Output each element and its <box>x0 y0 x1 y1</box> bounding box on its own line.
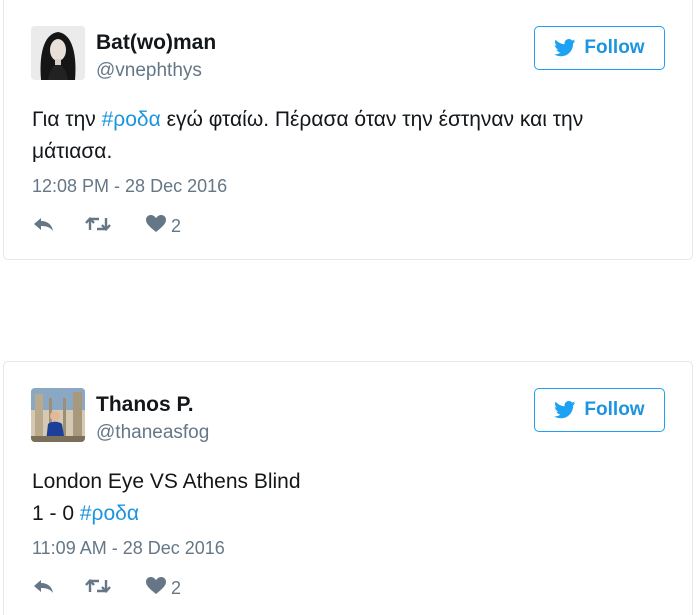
tweet-card: Bat(wo)man @vnephthys Follow Για την #ρο… <box>3 0 693 260</box>
twitter-bird-icon <box>554 39 576 57</box>
tweet-text-segment: 1 - 0 <box>32 502 80 525</box>
user-handle[interactable]: @vnephthys <box>96 60 202 82</box>
hashtag-link[interactable]: #ροδα <box>102 108 161 131</box>
like-count: 2 <box>171 577 182 598</box>
follow-label: Follow <box>584 37 645 58</box>
retweet-button[interactable] <box>84 214 112 238</box>
reply-button[interactable] <box>32 214 56 238</box>
heart-icon <box>145 214 167 238</box>
tweet-actions: 2 <box>32 214 252 238</box>
reply-icon <box>32 577 56 600</box>
tweet-text-line: London Eye VS Athens Blind <box>32 470 301 493</box>
follow-button[interactable]: Follow <box>534 388 665 432</box>
retweet-button[interactable] <box>84 576 112 600</box>
like-count: 2 <box>171 215 182 236</box>
tweet-text: Για την #ροδα εγώ φταίω. Πέρασα όταν την… <box>32 104 662 168</box>
timestamp[interactable]: 12:08 PM - 28 Dec 2016 <box>32 176 227 197</box>
avatar[interactable] <box>31 388 85 442</box>
user-name[interactable]: Thanos P. <box>96 393 194 417</box>
avatar[interactable] <box>31 26 85 80</box>
hashtag-link[interactable]: #ροδα <box>80 502 139 525</box>
retweet-icon <box>84 577 112 600</box>
reply-button[interactable] <box>32 576 56 600</box>
timestamp[interactable]: 11:09 AM - 28 Dec 2016 <box>32 538 225 559</box>
tweet-text: London Eye VS Athens Blind 1 - 0 #ροδα <box>32 466 662 530</box>
twitter-bird-icon <box>554 401 576 419</box>
follow-label: Follow <box>584 399 645 420</box>
tweet-actions: 2 <box>32 576 252 600</box>
tweet-text-segment: Για την <box>32 108 102 131</box>
retweet-icon <box>84 215 112 238</box>
user-name[interactable]: Bat(wo)man <box>96 31 216 55</box>
like-button[interactable]: 2 <box>145 214 181 238</box>
heart-icon <box>145 576 167 600</box>
tweet-card: Thanos P. @thaneasfog Follow London Eye … <box>3 361 693 615</box>
reply-icon <box>32 215 56 238</box>
like-button[interactable]: 2 <box>145 576 181 600</box>
tweet-text-line: 1 - 0 #ροδα <box>32 498 662 530</box>
user-handle[interactable]: @thaneasfog <box>96 422 209 444</box>
follow-button[interactable]: Follow <box>534 26 665 70</box>
